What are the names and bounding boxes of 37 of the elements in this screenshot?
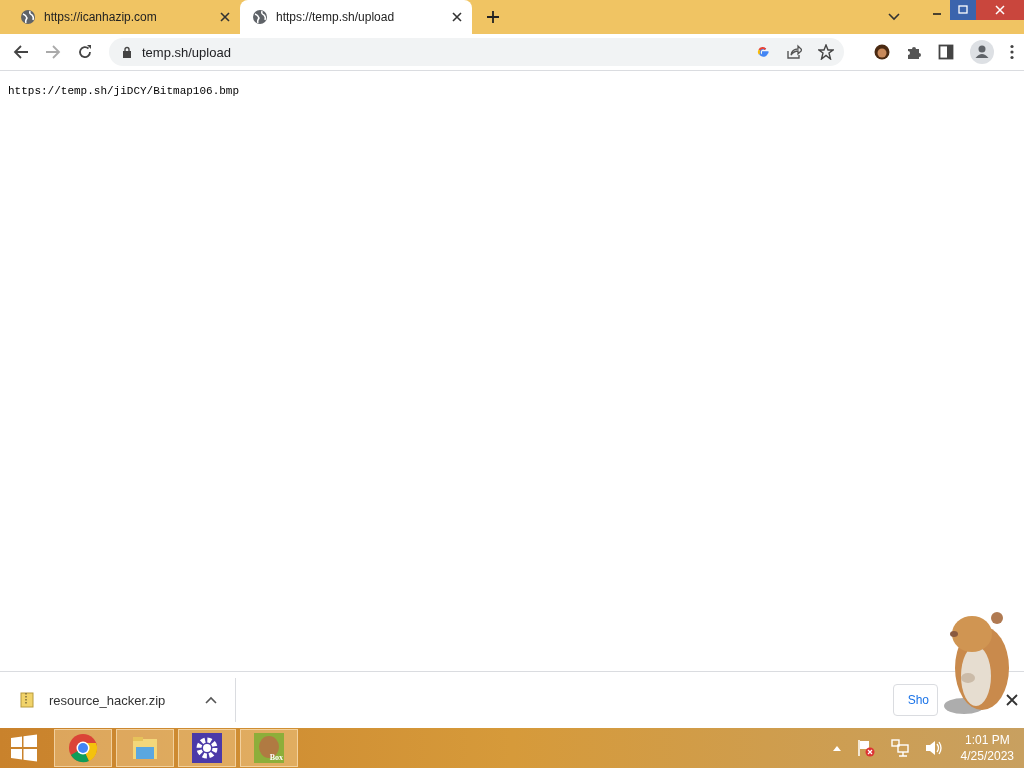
close-icon xyxy=(994,4,1006,16)
download-filename[interactable]: resource_hacker.zip xyxy=(49,692,190,708)
new-tab-icon[interactable] xyxy=(486,10,500,24)
globe-icon xyxy=(252,9,268,25)
menu-icon[interactable] xyxy=(1010,44,1014,60)
share-icon[interactable] xyxy=(786,44,802,60)
side-panel-icon[interactable] xyxy=(938,44,954,60)
google-icon[interactable] xyxy=(756,45,770,59)
reload-icon[interactable] xyxy=(77,44,93,60)
close-icon[interactable] xyxy=(452,12,462,22)
browser-tab[interactable]: https://icanhazip.com xyxy=(8,0,240,34)
back-icon[interactable] xyxy=(13,44,29,60)
globe-icon xyxy=(20,9,36,25)
chrome-icon xyxy=(68,733,98,763)
profile-icon[interactable] xyxy=(970,40,994,64)
settings-taskbar-button[interactable] xyxy=(178,729,236,767)
close-icon[interactable] xyxy=(1006,694,1018,706)
caret-up-icon[interactable] xyxy=(205,696,217,704)
chrome-taskbar-button[interactable] xyxy=(54,729,112,767)
maximize-icon xyxy=(957,4,969,16)
chevron-down-icon[interactable] xyxy=(888,13,900,21)
zip-file-icon xyxy=(20,692,34,708)
app-icon-label: Box xyxy=(269,754,283,762)
browser-tab[interactable]: https://temp.sh/upload xyxy=(240,0,472,34)
minimize-icon xyxy=(932,13,942,15)
extension-avatar-icon[interactable] xyxy=(874,44,890,60)
page-text: https://temp.sh/jiDCY/Bitmap106.bmp xyxy=(8,85,241,97)
flag-error-icon[interactable] xyxy=(856,739,875,757)
settings-icon xyxy=(192,733,222,763)
lock-icon xyxy=(122,46,132,58)
close-icon[interactable] xyxy=(220,12,230,22)
puzzle-icon[interactable] xyxy=(906,44,922,60)
windows-start-icon[interactable] xyxy=(10,734,38,762)
show-all-button[interactable]: Sho xyxy=(892,684,938,716)
maximize-button[interactable] xyxy=(950,0,976,20)
address-bar[interactable]: temp.sh/upload xyxy=(109,38,844,66)
star-icon[interactable] xyxy=(818,44,834,60)
